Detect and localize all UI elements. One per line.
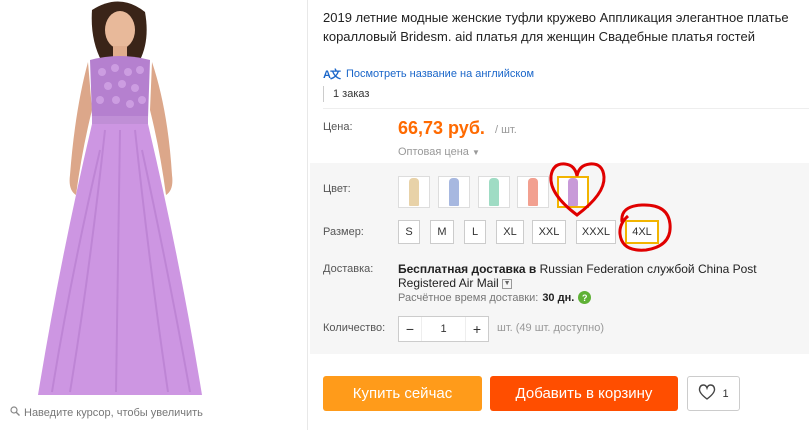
free-shipping-text: Бесплатная доставка в <box>398 262 537 276</box>
size-option-s[interactable]: S <box>398 220 420 244</box>
delivery-time-value: 30 дн. <box>542 291 575 304</box>
zoom-hint: Наведите курсор, чтобы увеличить <box>10 406 203 419</box>
help-icon[interactable]: ? <box>578 291 592 304</box>
annotation-circle <box>618 203 672 252</box>
shipping-label: Доставка: <box>323 263 374 275</box>
price-value: 66,73 руб. <box>398 118 485 138</box>
swatch-dress-icon <box>449 178 459 206</box>
color-swatch-blue[interactable] <box>438 176 470 208</box>
minus-icon[interactable]: − <box>399 317 421 341</box>
shipping-destination[interactable]: Russian Federation <box>540 262 644 276</box>
zoom-hint-text: Наведите курсор, чтобы увеличить <box>24 406 203 419</box>
color-swatch-champagne[interactable] <box>398 176 430 208</box>
size-option-l[interactable]: L <box>464 220 486 244</box>
color-label: Цвет: <box>323 183 351 195</box>
translate-icon: A文 <box>323 69 341 81</box>
size-option-xxxl[interactable]: XXXL <box>576 220 616 244</box>
shipping-via: службой <box>647 262 695 276</box>
product-title: 2019 летние модные женские туфли кружево… <box>323 10 789 44</box>
quantity-available: шт. (49 шт. доступно) <box>497 322 604 334</box>
quantity-label: Количество: <box>323 322 386 334</box>
swatch-dress-icon <box>489 178 499 206</box>
quantity-stepper[interactable]: − 1 + <box>398 316 489 342</box>
wholesale-label[interactable]: Оптовая цена <box>398 146 469 158</box>
heart-icon <box>698 384 716 403</box>
section-divider <box>323 108 809 109</box>
swatch-dress-icon <box>409 178 419 206</box>
shipping-info: Бесплатная доставка в Russian Federation… <box>398 262 798 290</box>
translate-link[interactable]: A文 Посмотреть название на английском <box>323 66 534 82</box>
delivery-time-label: Расчётное время доставки: <box>398 291 539 304</box>
swatch-dress-icon <box>528 178 538 206</box>
size-option-m[interactable]: M <box>430 220 454 244</box>
magnifier-icon <box>10 406 20 419</box>
quantity-value[interactable]: 1 <box>421 317 466 341</box>
chevron-down-icon: ▼ <box>471 148 480 157</box>
price-unit: / шт. <box>495 124 517 136</box>
color-swatch-mint[interactable] <box>478 176 510 208</box>
add-to-cart-button[interactable]: Добавить в корзину <box>490 376 678 411</box>
annotation-heart <box>549 162 606 217</box>
pane-divider <box>307 0 308 430</box>
delivery-time: Расчётное время доставки: 30 дн. ? <box>398 291 592 304</box>
wishlist-count: 1 <box>722 387 729 400</box>
price-label: Цена: <box>323 121 353 133</box>
wishlist-button[interactable]: 1 <box>687 376 740 411</box>
size-label: Размер: <box>323 226 364 238</box>
buy-now-button[interactable]: Купить сейчас <box>323 376 482 411</box>
orders-count: 1 заказ <box>323 86 369 102</box>
wholesale-price-toggle[interactable]: Оптовая цена ▼ <box>398 146 480 158</box>
product-image[interactable] <box>30 0 210 400</box>
size-option-xl[interactable]: XL <box>496 220 524 244</box>
translate-link-text[interactable]: Посмотреть название на английском <box>346 68 534 80</box>
plus-icon[interactable]: + <box>466 317 488 341</box>
shipping-dropdown-icon[interactable]: ▼ <box>502 278 513 289</box>
size-option-xxl[interactable]: XXL <box>532 220 566 244</box>
product-image-pane: Наведите курсор, чтобы увеличить <box>0 0 300 430</box>
